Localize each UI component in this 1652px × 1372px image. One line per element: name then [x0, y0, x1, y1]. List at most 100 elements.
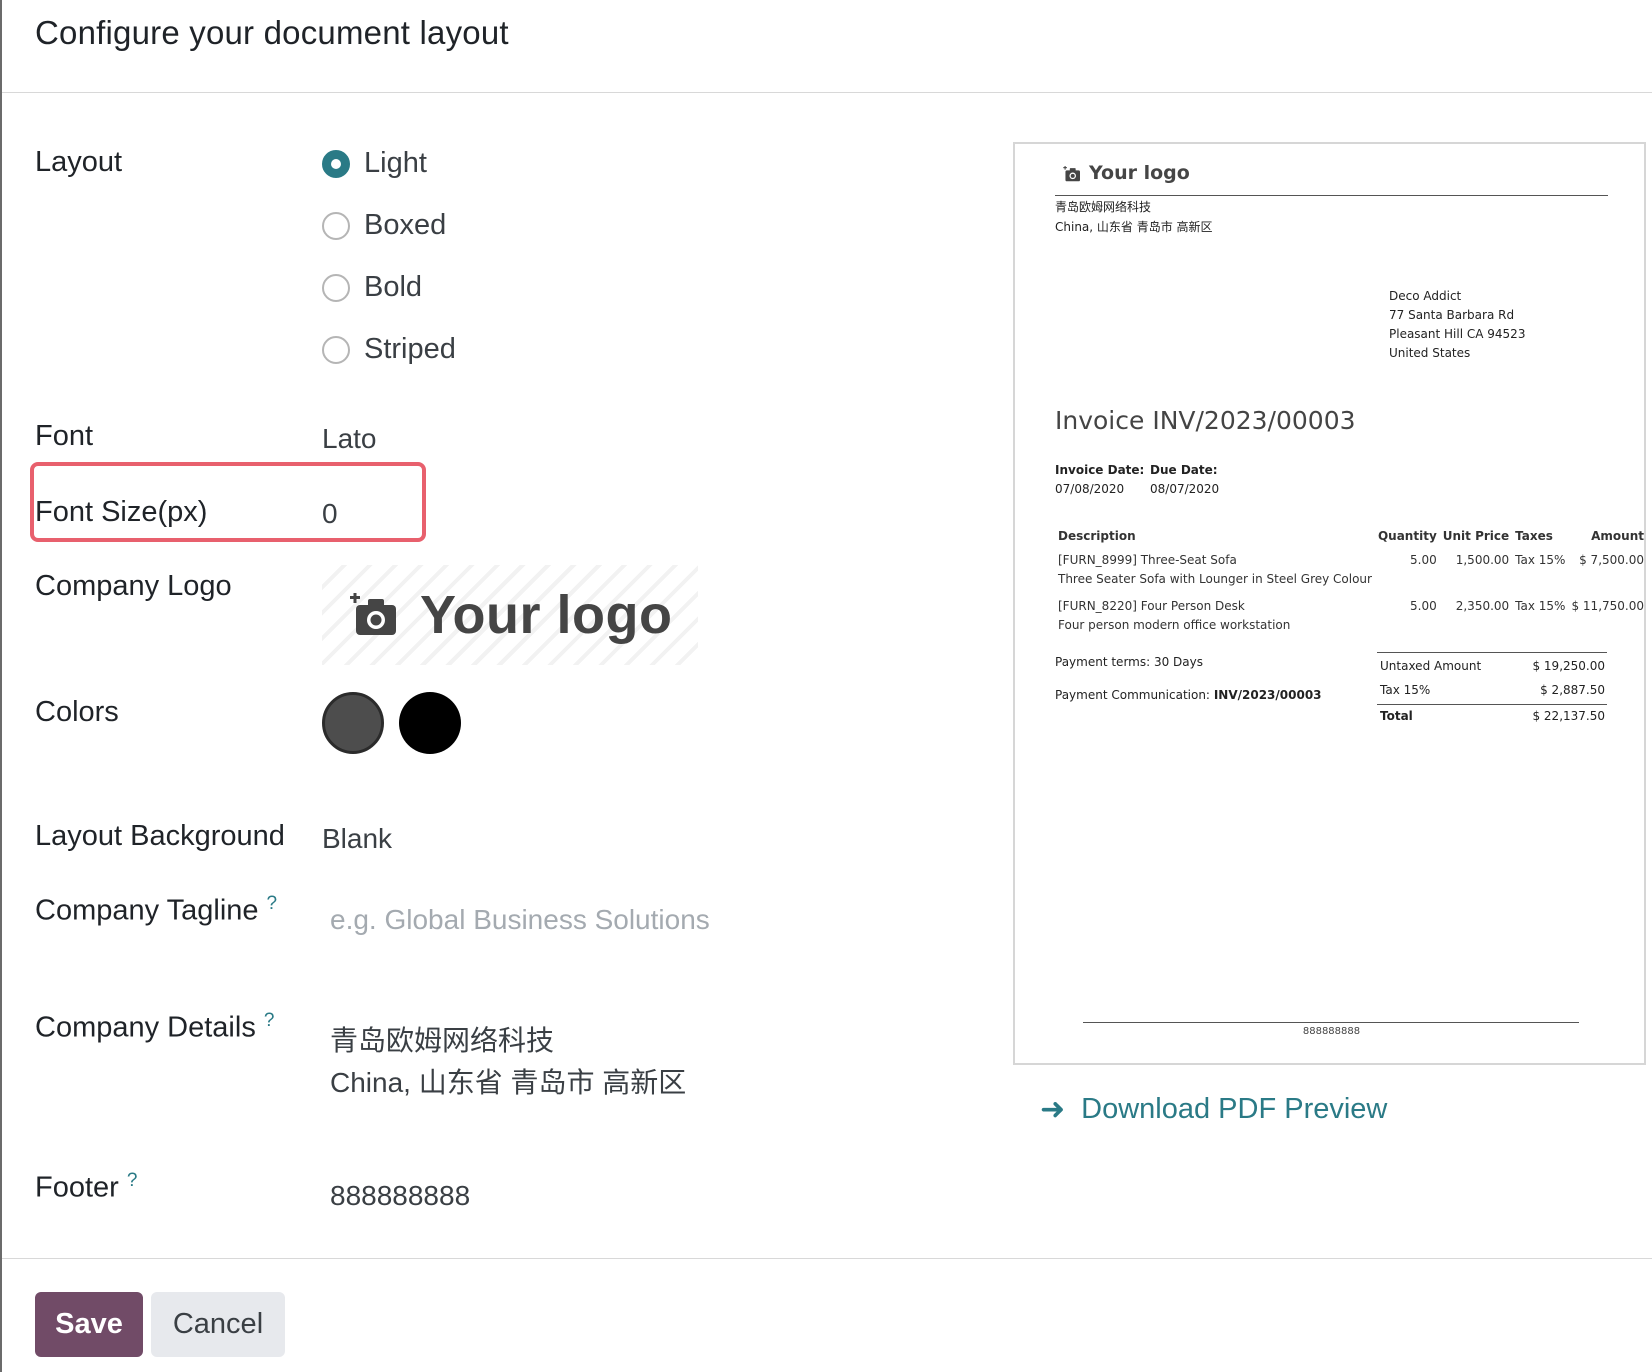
line-description: [FURN_8220] Four Person Desk Four person… [1055, 591, 1375, 637]
company-details-input[interactable]: 青岛欧姆网络科技 China, 山东省 青岛市 高新区 [330, 1020, 686, 1104]
arrow-right-icon: ➜ [1040, 1093, 1066, 1126]
font-label: Font [35, 420, 94, 452]
preview-logo-text: Your logo [1089, 162, 1190, 184]
preview-footer-text: 888888888 [1302, 1026, 1361, 1037]
layout-background-select[interactable]: Blank [322, 823, 392, 855]
preview-invoice-date: Invoice Date: 07/08/2020 [1055, 461, 1144, 499]
line-qty: 5.00 [1410, 599, 1437, 613]
preview-invoice-title: Invoice INV/2023/00003 [1055, 406, 1356, 435]
company-details-line2: China, 山东省 青岛市 高新区 [330, 1067, 687, 1098]
col-quantity: Quantity [1377, 529, 1437, 543]
radio-light-label[interactable]: Light [364, 147, 427, 180]
radio-striped-label[interactable]: Striped [364, 333, 456, 366]
line-tax: Tax 15% [1515, 599, 1566, 613]
document-preview: Your logo 青岛欧姆网络科技 China, 山东省 青岛市 高新区 De… [1013, 142, 1646, 1065]
preview-payment-terms: Payment terms: 30 Days [1055, 655, 1203, 669]
secondary-color-swatch[interactable] [399, 692, 461, 754]
line-amount: $ 11,750.00 [1571, 599, 1644, 613]
footer-label: Footer? [35, 1170, 137, 1205]
help-icon[interactable]: ? [127, 1170, 138, 1191]
table-header-row: Description Quantity Unit Price Taxes Am… [1055, 527, 1647, 549]
company-details-label: Company Details? [35, 1010, 274, 1045]
preview-customer-city: Pleasant Hill CA 94523 [1389, 327, 1526, 341]
col-amount: Amount [1591, 529, 1644, 543]
logo-placeholder-text: Your logo [420, 585, 673, 645]
line-description: [FURN_8999] Three-Seat Sofa Three Seater… [1055, 549, 1375, 591]
line-qty: 5.00 [1410, 553, 1437, 567]
total-value: $ 22,137.50 [1532, 709, 1605, 723]
col-taxes: Taxes [1515, 529, 1553, 543]
totals-top-line [1377, 652, 1607, 653]
company-details-line1: 青岛欧姆网络科技 [330, 1025, 555, 1056]
primary-color-swatch[interactable] [322, 692, 384, 754]
dialog: Configure your document layout Layout Li… [0, 0, 1652, 1372]
footer-label-text: Footer [35, 1171, 119, 1204]
cancel-button[interactable]: Cancel [151, 1292, 285, 1357]
table-row: [FURN_8999] Three-Seat Sofa Three Seater… [1055, 549, 1647, 591]
radio-bold-input[interactable] [322, 273, 350, 302]
download-pdf-preview-link[interactable]: ➜ Download PDF Preview [1040, 1092, 1387, 1127]
tax-value: $ 2,887.50 [1540, 683, 1605, 697]
preview-company-line2: China, 山东省 青岛市 高新区 [1055, 220, 1213, 234]
help-icon[interactable]: ? [264, 1010, 275, 1031]
font-select[interactable]: Lato [322, 423, 377, 455]
save-button[interactable]: Save [35, 1292, 143, 1357]
preview-lines-table: Description Quantity Unit Price Taxes Am… [1055, 527, 1647, 637]
line-price: 2,350.00 [1455, 599, 1510, 613]
untaxed-value: $ 19,250.00 [1532, 659, 1605, 673]
preview-company-line1: 青岛欧姆网络科技 [1055, 200, 1152, 214]
total-label: Total [1380, 709, 1413, 723]
radio-light[interactable]: Light [322, 147, 427, 180]
preview-due-date: Due Date: 08/07/2020 [1150, 461, 1219, 499]
company-logo-label: Company Logo [35, 570, 232, 602]
tax-label: Tax 15% [1380, 683, 1431, 697]
download-pdf-preview-text[interactable]: Download PDF Preview [1081, 1093, 1387, 1126]
line-product-note: Three Seater Sofa with Lounger in Steel … [1058, 572, 1372, 586]
layout-background-label: Layout Background [35, 820, 285, 852]
radio-striped[interactable]: Striped [322, 333, 456, 366]
line-price: 1,500.00 [1455, 553, 1510, 567]
untaxed-label: Untaxed Amount [1380, 659, 1482, 673]
radio-boxed-label[interactable]: Boxed [364, 209, 446, 242]
preview-customer-name: Deco Addict [1389, 289, 1462, 303]
preview-due-date-label: Due Date: [1150, 463, 1218, 477]
col-description: Description [1058, 529, 1136, 543]
line-tax: Tax 15% [1515, 553, 1566, 567]
preview-customer-country: United States [1389, 346, 1471, 360]
colors-label: Colors [35, 696, 119, 728]
company-tagline-label-text: Company Tagline [35, 894, 259, 927]
company-tagline-input[interactable]: e.g. Global Business Solutions [330, 904, 710, 936]
preview-invoice-date-label: Invoice Date: [1055, 463, 1145, 477]
preview-customer-street: 77 Santa Barbara Rd [1389, 308, 1515, 322]
radio-boxed-input[interactable] [322, 211, 350, 240]
company-tagline-label: Company Tagline? [35, 893, 277, 928]
radio-boxed[interactable]: Boxed [322, 209, 446, 242]
payment-comm-label: Payment Communication: [1055, 688, 1210, 702]
preview-company-address: 青岛欧姆网络科技 China, 山东省 青岛市 高新区 [1055, 197, 1213, 237]
radio-bold[interactable]: Bold [322, 271, 422, 304]
help-icon[interactable]: ? [267, 893, 278, 914]
preview-header-divider [1055, 195, 1608, 196]
table-row: [FURN_8220] Four Person Desk Four person… [1055, 591, 1647, 637]
line-product: [FURN_8220] Four Person Desk [1058, 599, 1245, 613]
layout-label: Layout [35, 146, 123, 178]
line-product-note: Four person modern office workstation [1058, 618, 1291, 632]
preview-payment-communication: Payment Communication: INV/2023/00003 [1055, 685, 1322, 705]
radio-bold-label[interactable]: Bold [364, 271, 422, 304]
radio-light-input[interactable] [322, 149, 350, 178]
totals-mid-line [1377, 704, 1607, 705]
line-amount: $ 7,500.00 [1579, 553, 1644, 567]
company-logo-upload[interactable]: Your logo [322, 565, 698, 665]
camera-plus-icon [350, 593, 398, 637]
line-product: [FURN_8999] Three-Seat Sofa [1058, 553, 1237, 567]
preview-footer-divider [1083, 1022, 1579, 1023]
preview-due-date-value: 08/07/2020 [1150, 482, 1220, 496]
dialog-title: Configure your document layout [35, 14, 509, 51]
footer-input[interactable]: 888888888 [330, 1180, 470, 1212]
col-unit-price: Unit Price [1442, 529, 1510, 543]
font-size-label: Font Size(px) [35, 496, 208, 528]
font-size-input[interactable]: 0 [322, 498, 338, 530]
camera-plus-icon [1063, 165, 1081, 182]
radio-striped-input[interactable] [322, 335, 350, 364]
preview-logo: Your logo [1063, 162, 1190, 184]
